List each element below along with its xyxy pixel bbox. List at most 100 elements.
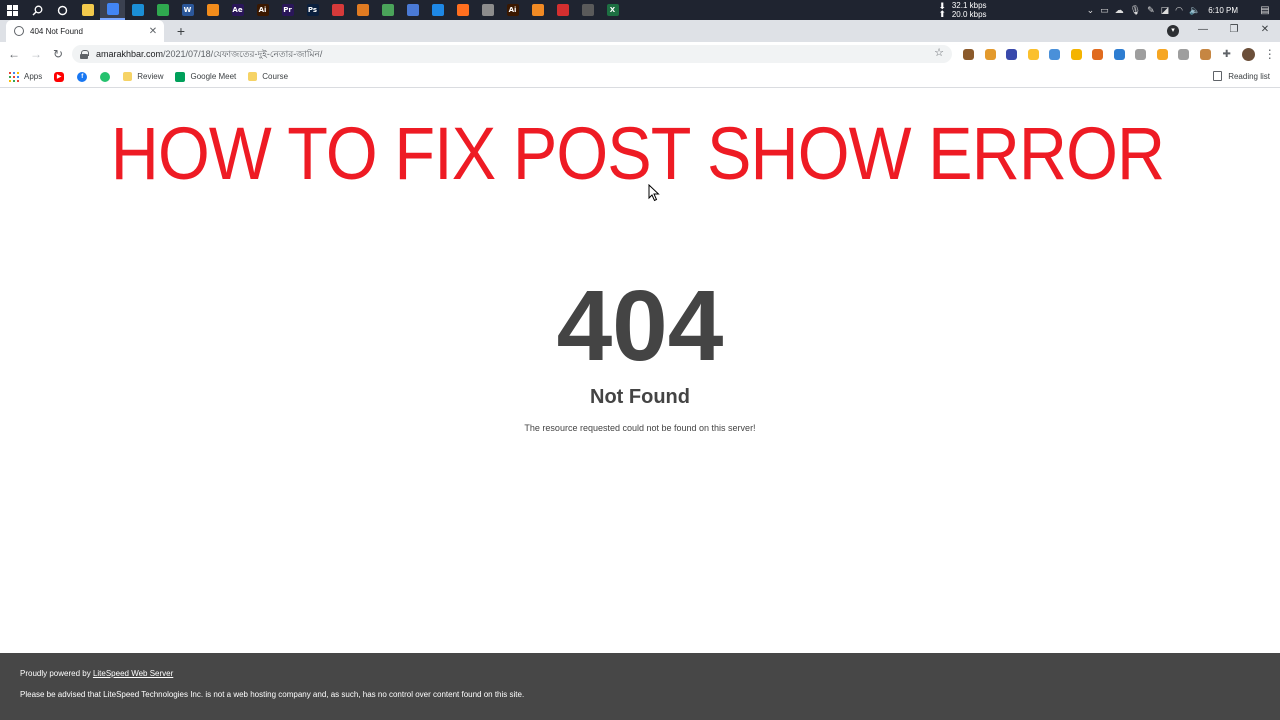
battery-icon[interactable]: ▭ bbox=[1100, 5, 1109, 16]
extensions-area: ✚ ⋮ bbox=[958, 42, 1280, 66]
apps-grid-icon bbox=[9, 71, 19, 82]
green-circle-icon bbox=[100, 71, 111, 82]
chevron-up-icon[interactable]: ⌄ bbox=[1087, 5, 1095, 16]
bookmark-review[interactable]: Review bbox=[123, 72, 163, 81]
url-text[interactable]: amarakhbar.com/2021/07/18/যেফাজতের-দুই-ন… bbox=[96, 47, 322, 62]
file-explorer-icon-glyph bbox=[81, 4, 94, 16]
photoshop-icon-glyph: Ps bbox=[306, 4, 319, 16]
lock-icon[interactable] bbox=[80, 49, 89, 59]
bookmark-star-icon[interactable]: ☆ bbox=[934, 46, 944, 59]
extension-1-icon[interactable] bbox=[958, 42, 980, 66]
chrome-alt-icon[interactable] bbox=[375, 0, 400, 20]
illustrator-alt-icon[interactable]: Ai bbox=[500, 0, 525, 20]
new-tab-button[interactable]: + bbox=[172, 22, 190, 40]
firefox-icon[interactable] bbox=[450, 0, 475, 20]
excel-icon-glyph: X bbox=[606, 4, 619, 16]
onedrive-icon[interactable]: ☁ bbox=[1115, 5, 1124, 16]
volume-icon[interactable]: 🔈 bbox=[1189, 5, 1200, 16]
word-icon-glyph: W bbox=[181, 4, 194, 16]
bookmark-google-meet[interactable]: Google Meet bbox=[175, 71, 236, 82]
video-overlay-title: HOW TO FIX POST SHOW ERROR bbox=[110, 112, 1165, 195]
close-window-button[interactable]: ✕ bbox=[1250, 20, 1280, 42]
error-title: Not Found bbox=[590, 386, 690, 408]
bookmark-facebook[interactable]: f bbox=[77, 71, 92, 82]
vlc-icon-glyph bbox=[206, 4, 219, 16]
folder-icon bbox=[248, 72, 258, 81]
vlc-icon[interactable] bbox=[200, 0, 225, 20]
bookmarks-bar: Apps ▶ f Review Google Meet Course Reading li… bbox=[0, 66, 1280, 88]
word-icon[interactable]: W bbox=[175, 0, 200, 20]
adobe-icon[interactable]: ◪ bbox=[1161, 5, 1170, 16]
extensions-puzzle-icon[interactable]: ✚ bbox=[1216, 42, 1238, 66]
extension-7-icon[interactable] bbox=[1087, 42, 1109, 66]
store-icon-glyph bbox=[406, 4, 419, 16]
address-bar[interactable]: amarakhbar.com/2021/07/18/যেফাজতের-দুই-ন… bbox=[72, 45, 952, 63]
extension-2-icon[interactable] bbox=[980, 42, 1002, 66]
restore-button[interactable]: ❐ bbox=[1219, 20, 1249, 42]
microphone-icon[interactable]: 🎙 bbox=[1130, 5, 1141, 16]
photoshop-icon[interactable]: Ps bbox=[300, 0, 325, 20]
notification-icon[interactable]: ▤ bbox=[1256, 5, 1274, 16]
net-up-rate: 32.1 kbps bbox=[951, 1, 987, 10]
firefox-icon-glyph bbox=[456, 4, 469, 16]
reading-list-icon bbox=[1213, 71, 1223, 81]
reload-button[interactable]: ↻ bbox=[47, 43, 69, 65]
extension-12-icon[interactable] bbox=[1195, 42, 1217, 66]
cortana-icon[interactable] bbox=[50, 0, 75, 20]
after-effects-icon[interactable]: Ae bbox=[225, 0, 250, 20]
extension-8-icon[interactable] bbox=[1109, 42, 1131, 66]
edge-icon[interactable] bbox=[125, 0, 150, 20]
cortana-icon-glyph bbox=[57, 4, 69, 16]
extension-5-icon[interactable] bbox=[1044, 42, 1066, 66]
extension-11-icon[interactable] bbox=[1173, 42, 1195, 66]
globe-icon bbox=[14, 26, 24, 36]
blender-icon-glyph bbox=[531, 4, 544, 16]
premiere-icon[interactable]: Pr bbox=[275, 0, 300, 20]
system-tray: ⬇ ⬆ 32.1 kbps 20.0 kbps ⌄ ▭ ☁ 🎙 ✎ ◪ ◠ 🔈 6… bbox=[938, 0, 1280, 20]
obs-icon-glyph bbox=[581, 4, 594, 16]
obs-icon[interactable] bbox=[575, 0, 600, 20]
browser-toolbar: ← → ↻ amarakhbar.com/2021/07/18/যেফাজতের… bbox=[0, 42, 1280, 66]
windows-start-icon[interactable] bbox=[0, 0, 25, 20]
pen-icon[interactable]: ✎ bbox=[1147, 5, 1155, 16]
bookmark-youtube[interactable]: ▶ bbox=[54, 71, 69, 82]
mouse-cursor-icon bbox=[648, 184, 660, 202]
bookmark-green[interactable] bbox=[100, 71, 115, 82]
litespeed-link[interactable]: LiteSpeed Web Server bbox=[93, 669, 173, 678]
extension-3-icon[interactable] bbox=[1001, 42, 1023, 66]
extension-4-icon[interactable] bbox=[1023, 42, 1045, 66]
tab-search-icon[interactable]: ▾ bbox=[1167, 25, 1179, 37]
sublime-icon[interactable] bbox=[350, 0, 375, 20]
search-icon[interactable] bbox=[25, 0, 50, 20]
vscode-icon[interactable] bbox=[425, 0, 450, 20]
extension-10-icon[interactable] bbox=[1152, 42, 1174, 66]
extension-6-icon[interactable] bbox=[1066, 42, 1088, 66]
tool-icon[interactable] bbox=[475, 0, 500, 20]
reading-list-button[interactable]: Reading list bbox=[1213, 71, 1270, 81]
forward-button[interactable]: → bbox=[25, 43, 47, 65]
excel-icon[interactable]: X bbox=[600, 0, 625, 20]
bookmark-course[interactable]: Course bbox=[248, 72, 288, 81]
browser-menu-icon[interactable]: ⋮ bbox=[1259, 42, 1280, 66]
store-icon[interactable] bbox=[400, 0, 425, 20]
camtasia-icon[interactable] bbox=[150, 0, 175, 20]
tab-title: 404 Not Found bbox=[30, 26, 83, 36]
opera-icon[interactable] bbox=[550, 0, 575, 20]
taskbar-clock[interactable]: 6:10 PM bbox=[1208, 6, 1238, 15]
chrome-icon[interactable] bbox=[100, 0, 125, 20]
wifi-icon[interactable]: ◠ bbox=[1175, 5, 1183, 16]
bookmark-apps[interactable]: Apps bbox=[9, 71, 42, 82]
recorder-icon[interactable] bbox=[325, 0, 350, 20]
file-explorer-icon[interactable] bbox=[75, 0, 100, 20]
extension-9-icon[interactable] bbox=[1130, 42, 1152, 66]
page-content: HOW TO FIX POST SHOW ERROR 404 Not Found… bbox=[0, 89, 1280, 653]
minimize-button[interactable]: — bbox=[1188, 20, 1218, 42]
back-button[interactable]: ← bbox=[3, 43, 25, 65]
profile-avatar[interactable] bbox=[1238, 42, 1260, 66]
close-tab-icon[interactable]: ✕ bbox=[146, 26, 160, 37]
bookmark-label: Review bbox=[137, 72, 164, 81]
blender-icon[interactable] bbox=[525, 0, 550, 20]
tab-404-not-found[interactable]: 404 Not Found ✕ bbox=[6, 20, 164, 42]
illustrator-icon[interactable]: Ai bbox=[250, 0, 275, 20]
footer-notice: Please be advised that LiteSpeed Technol… bbox=[20, 690, 525, 699]
